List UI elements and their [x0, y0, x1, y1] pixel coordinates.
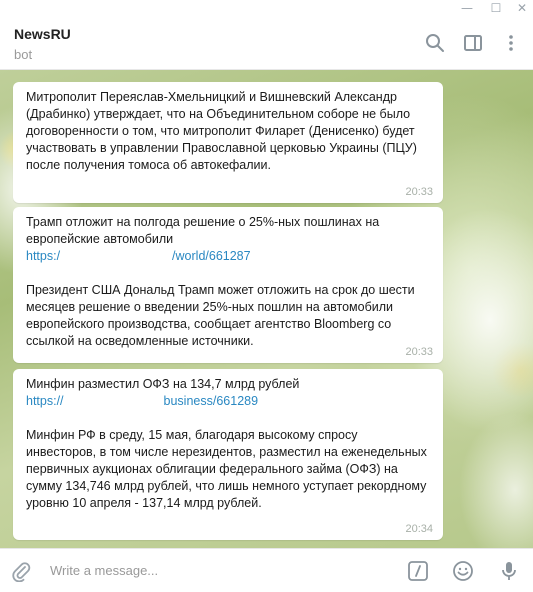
- link-end[interactable]: business/661289: [164, 393, 259, 410]
- minimize-button[interactable]: —: [458, 0, 476, 16]
- chat-header: NewsRU bot: [0, 18, 533, 70]
- microphone-icon[interactable]: [498, 560, 520, 582]
- message-link[interactable]: https:// business/661289: [26, 393, 431, 410]
- chat-status: bot: [14, 47, 33, 62]
- close-button[interactable]: ✕: [513, 0, 531, 16]
- message-text: Президент США Дональд Трамп может отложи…: [26, 283, 419, 348]
- attach-icon[interactable]: [10, 560, 32, 583]
- maximize-button[interactable]: ☐: [487, 0, 505, 16]
- message-text: Митрополит Переяслав-Хмельницкий и Вишне…: [26, 90, 421, 172]
- chat-title[interactable]: NewsRU: [14, 26, 71, 42]
- message-time: 20:33: [405, 186, 433, 198]
- message-time: 20:33: [405, 346, 433, 358]
- message-composer: Write a message...: [0, 548, 533, 592]
- emoji-icon[interactable]: [452, 560, 474, 582]
- message-input[interactable]: Write a message...: [50, 563, 158, 578]
- link-end[interactable]: /world/661287: [172, 248, 251, 265]
- message-bubble[interactable]: Митрополит Переяслав-Хмельницкий и Вишне…: [13, 82, 443, 203]
- message-text: Минфин РФ в среду, 15 мая, благодаря выс…: [26, 428, 431, 510]
- message-bubble[interactable]: Трамп отложит на полгода решение о 25%-н…: [13, 207, 443, 363]
- link-start[interactable]: https://: [26, 393, 64, 410]
- window-controls: — ☐ ✕: [0, 0, 533, 18]
- message-time: 20:34: [405, 523, 433, 535]
- message-headline: Минфин разместил ОФЗ на 134,7 млрд рубле…: [26, 377, 300, 391]
- search-icon[interactable]: [424, 32, 446, 54]
- message-headline: Трамп отложит на полгода решение о 25%-н…: [26, 215, 383, 246]
- sidebar-toggle-icon[interactable]: [462, 32, 484, 54]
- message-bubble[interactable]: Минфин разместил ОФЗ на 134,7 млрд рубле…: [13, 369, 443, 540]
- message-list[interactable]: Митрополит Переяслав-Хмельницкий и Вишне…: [0, 70, 533, 548]
- more-vertical-icon[interactable]: [500, 32, 522, 54]
- commands-icon[interactable]: [407, 560, 429, 582]
- link-start[interactable]: https:/: [26, 248, 60, 265]
- message-link[interactable]: https:/ /world/661287: [26, 248, 431, 265]
